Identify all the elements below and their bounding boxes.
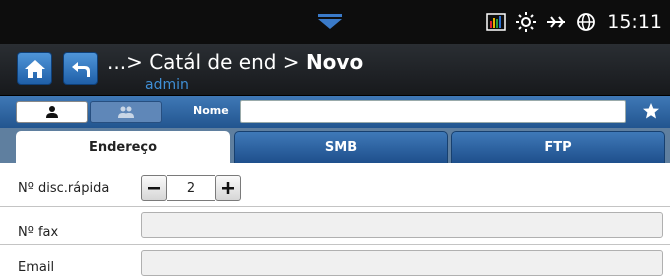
page-title: ...> Catál de end > Novo	[107, 50, 363, 74]
back-button[interactable]	[63, 52, 98, 85]
plus-icon	[222, 182, 234, 194]
user-label: admin	[145, 77, 189, 93]
data-usage-icon	[485, 11, 507, 33]
status-icons: 15:11	[485, 8, 662, 36]
fax-label: Nº fax	[18, 225, 59, 240]
network-icon	[545, 11, 567, 33]
back-icon	[71, 61, 90, 77]
email-label: Email	[18, 260, 55, 275]
decrement-button[interactable]	[141, 175, 167, 201]
fax-field[interactable]	[141, 212, 663, 238]
title-bar: ...> Catál de end > Novo admin	[0, 44, 670, 96]
clock: 15:11	[607, 11, 662, 33]
person-icon	[46, 106, 58, 118]
email-field[interactable]	[141, 250, 663, 276]
name-row: Nome	[0, 96, 670, 128]
globe-icon	[575, 11, 597, 33]
tab-smb[interactable]: SMB	[234, 131, 448, 163]
tab-endereco[interactable]: Endereço	[16, 131, 230, 163]
name-label: Nome	[193, 104, 229, 117]
increment-button[interactable]	[215, 175, 241, 201]
breadcrumb: ...> Catál de end >	[107, 50, 306, 74]
home-icon	[24, 59, 45, 78]
tab-ftp[interactable]: FTP	[451, 131, 665, 163]
minus-icon	[148, 187, 160, 190]
pulldown-arrow-icon[interactable]	[316, 14, 344, 30]
tab-bar: Endereço SMB FTP	[0, 128, 670, 163]
speed-dial-value[interactable]: 2	[167, 175, 215, 201]
group-icon	[118, 106, 134, 118]
row-divider	[0, 206, 670, 207]
individual-toggle[interactable]	[16, 101, 88, 123]
group-toggle[interactable]	[90, 101, 162, 123]
status-bar: 15:11	[0, 0, 670, 44]
brightness-icon	[515, 11, 537, 33]
name-input[interactable]	[240, 100, 626, 123]
star-icon[interactable]	[642, 102, 660, 120]
title-current: Novo	[305, 50, 364, 74]
row-divider	[0, 244, 670, 245]
speed-dial-label: Nº disc.rápida	[18, 181, 110, 196]
home-button[interactable]	[17, 52, 52, 85]
